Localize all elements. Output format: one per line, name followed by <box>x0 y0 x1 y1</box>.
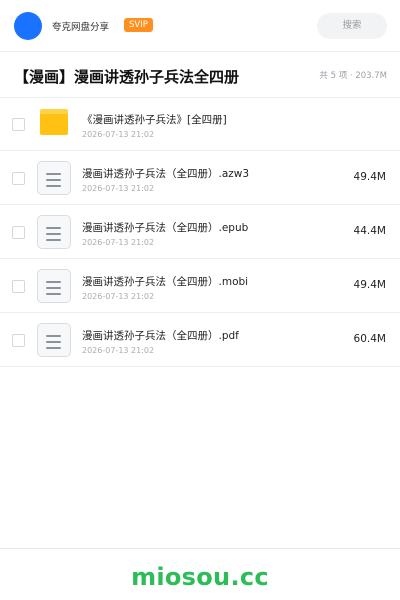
document-icon <box>37 269 71 303</box>
file-date: 2026-07-13 21:02 <box>82 130 155 139</box>
file-size: 44.4M <box>353 225 386 237</box>
file-date: 2026-07-13 21:02 <box>82 346 155 355</box>
file-name: 漫画讲透孙子兵法（全四册）.azw3 <box>82 168 250 180</box>
select-checkbox[interactable] <box>12 172 25 185</box>
file-date: 2026-07-13 21:02 <box>82 238 155 247</box>
folder-icon <box>37 107 71 141</box>
select-checkbox[interactable] <box>12 226 25 239</box>
select-checkbox[interactable] <box>12 334 25 347</box>
file-row-epub[interactable]: 漫画讲透孙子兵法（全四册）.epub 2026-07-13 21:02 44.4… <box>0 205 400 259</box>
file-size: 60.4M <box>353 333 386 345</box>
file-name: 漫画讲透孙子兵法（全四册）.epub <box>82 222 249 234</box>
avatar[interactable] <box>14 12 42 40</box>
search-button[interactable]: 搜索 <box>317 13 387 39</box>
document-icon <box>37 323 71 357</box>
document-icon <box>37 215 71 249</box>
file-name: 漫画讲透孙子兵法（全四册）.pdf <box>82 330 239 342</box>
share-header: 夸克网盘分享 SVIP 搜索 <box>0 0 400 52</box>
file-summary: 共 5 项 · 203.7M <box>319 71 387 81</box>
file-size: 49.4M <box>353 279 386 291</box>
select-checkbox[interactable] <box>12 118 25 131</box>
site-watermark: miosou.cc <box>131 563 269 591</box>
file-date: 2026-07-13 21:02 <box>82 184 155 193</box>
file-list: 《漫画讲透孙子兵法》[全四册] 2026-07-13 21:02 漫画讲透孙子兵… <box>0 97 400 367</box>
select-checkbox[interactable] <box>12 280 25 293</box>
file-row-mobi[interactable]: 漫画讲透孙子兵法（全四册）.mobi 2026-07-13 21:02 49.4… <box>0 259 400 313</box>
footer: miosou.cc <box>0 548 400 600</box>
file-name: 《漫画讲透孙子兵法》[全四册] <box>82 114 227 126</box>
search-label: 搜索 <box>342 20 362 31</box>
file-name: 漫画讲透孙子兵法（全四册）.mobi <box>82 276 249 288</box>
file-date: 2026-07-13 21:02 <box>82 292 155 301</box>
file-size: 49.4M <box>353 171 386 183</box>
svip-badge: SVIP <box>124 18 153 32</box>
share-title-bar: 【漫画】漫画讲透孙子兵法全四册 共 5 项 · 203.7M <box>0 52 400 98</box>
username[interactable]: 夸克网盘分享 <box>52 19 109 33</box>
file-row-folder[interactable]: 《漫画讲透孙子兵法》[全四册] 2026-07-13 21:02 <box>0 97 400 151</box>
page-title: 【漫画】漫画讲透孙子兵法全四册 <box>14 68 240 86</box>
file-row-azw3[interactable]: 漫画讲透孙子兵法（全四册）.azw3 2026-07-13 21:02 49.4… <box>0 151 400 205</box>
file-row-pdf[interactable]: 漫画讲透孙子兵法（全四册）.pdf 2026-07-13 21:02 60.4M <box>0 313 400 367</box>
document-icon <box>37 161 71 195</box>
